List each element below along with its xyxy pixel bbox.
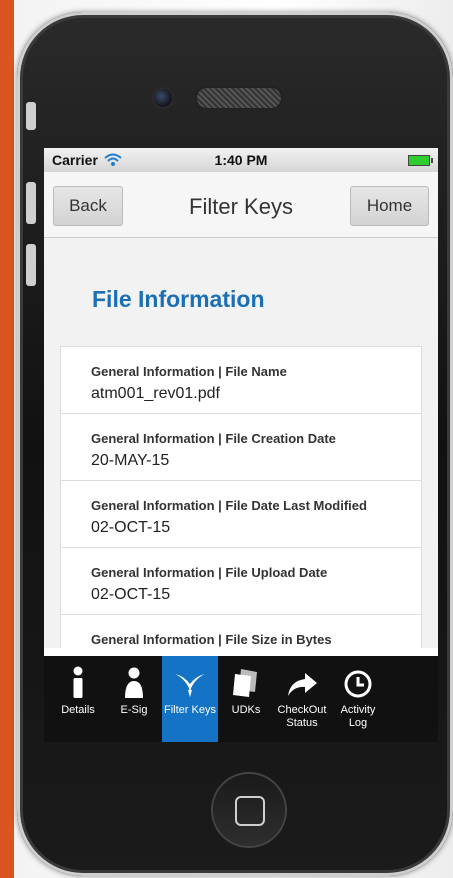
tab-details[interactable]: Details (50, 656, 106, 742)
row-label: General Information | File Upload Date (91, 565, 328, 580)
tab-label: Activity Log (340, 704, 376, 729)
tab-label: CheckOut Status (277, 704, 327, 729)
tab-e-sig[interactable]: E-Sig (106, 656, 162, 742)
status-time: 1:40 PM (214, 152, 268, 168)
home-square-icon (235, 796, 265, 826)
filter-keys-icon (175, 674, 205, 697)
documents-icon (233, 669, 257, 697)
list-item[interactable]: General Information | File Name atm001_r… (61, 347, 421, 414)
list-item[interactable]: General Information | File Upload Date 0… (61, 548, 421, 615)
battery-icon (408, 155, 433, 166)
row-label: General Information | File Date Last Mod… (91, 498, 367, 513)
row-label: General Information | File Name (91, 364, 287, 379)
home-hardware-button[interactable] (213, 774, 285, 846)
row-label: General Information | File Creation Date (91, 431, 336, 446)
tab-filter-keys[interactable]: Filter Keys (162, 656, 218, 742)
row-value: 02-OCT-15 (91, 519, 171, 536)
row-label: General Information | File Size in Bytes (91, 632, 332, 647)
screen: Carrier 1:40 PM Back Filter Keys Home Fi… (44, 148, 438, 742)
tab-bar: Details E-Sig Filter Keys UDKs CheckOut … (44, 656, 438, 742)
row-value: atm001_rev01.pdf (91, 385, 220, 402)
volume-down-button (26, 244, 36, 286)
list-item[interactable]: General Information | File Size in Bytes (61, 615, 421, 648)
info-icon (73, 666, 83, 698)
tab-activity-log[interactable]: Activity Log (330, 656, 386, 742)
file-info-list: General Information | File Name atm001_r… (60, 346, 422, 648)
volume-up-button (26, 182, 36, 224)
tab-label: UDKs (231, 704, 261, 716)
person-icon (125, 667, 143, 698)
tab-checkout-status[interactable]: CheckOut Status (274, 656, 330, 742)
share-arrow-icon (288, 673, 317, 696)
navigation-bar: Back Filter Keys Home (44, 172, 438, 238)
clock-icon (344, 670, 372, 698)
tab-label: Filter Keys (164, 704, 216, 716)
home-button[interactable]: Home (350, 186, 429, 226)
tab-label: Details (61, 704, 95, 716)
row-value: 02-OCT-15 (91, 586, 171, 603)
content-area[interactable]: File Information General Information | F… (44, 238, 438, 648)
mute-switch (26, 102, 36, 130)
tab-label: E-Sig (120, 704, 148, 716)
camera (154, 89, 172, 107)
list-item[interactable]: General Information | File Date Last Mod… (61, 481, 421, 548)
list-item[interactable]: General Information | File Creation Date… (61, 414, 421, 481)
row-value: 20-MAY-15 (91, 452, 170, 469)
section-title: File Information (92, 286, 265, 312)
tab-udks[interactable]: UDKs (218, 656, 274, 742)
speaker (197, 88, 281, 108)
status-bar: Carrier 1:40 PM (44, 148, 438, 172)
